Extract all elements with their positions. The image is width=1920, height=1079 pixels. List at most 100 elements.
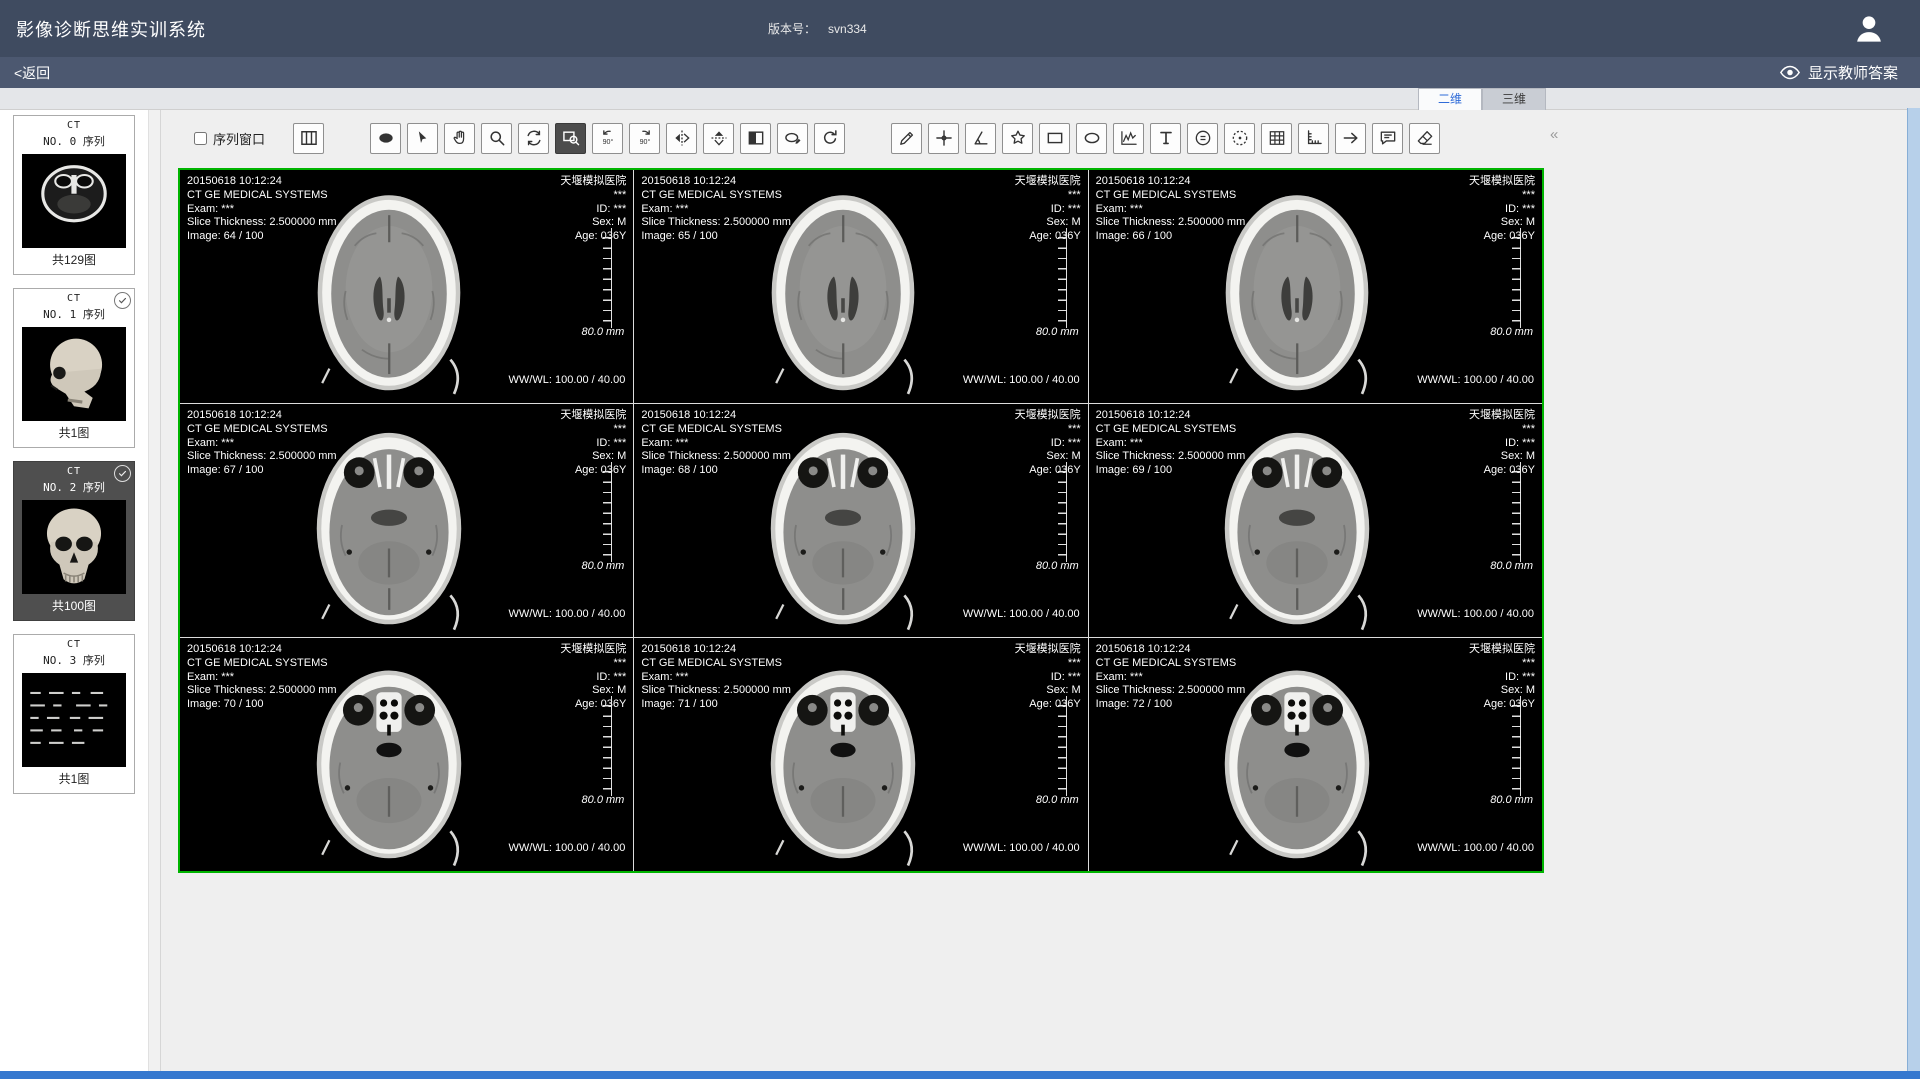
rotate-right-90-button[interactable] [629, 123, 660, 154]
series-thumbnail [22, 500, 126, 594]
rotate-button[interactable] [518, 123, 549, 154]
series-card-3[interactable]: CT NO. 3 序列 共1图 [13, 634, 135, 794]
circle-point-button[interactable] [1224, 123, 1255, 154]
cell-id: ID: *** [560, 203, 626, 217]
scale-ruler-icon [603, 228, 612, 328]
cell-id: ID: *** [1469, 437, 1535, 451]
content-area: CT NO. 0 序列 共129图 CT NO. 1 序列 共1图 CT NO.… [0, 110, 1920, 1079]
rotate-left-90-button[interactable] [592, 123, 623, 154]
viewport-cell-1[interactable]: 20150618 10:12:24 CT GE MEDICAL SYSTEMS … [634, 170, 1087, 403]
cell-info-left: 20150618 10:12:24 CT GE MEDICAL SYSTEMS … [641, 643, 791, 712]
cell-info-left: 20150618 10:12:24 CT GE MEDICAL SYSTEMS … [641, 175, 791, 244]
rulercorner-icon [1304, 128, 1324, 148]
cell-wwwl: WW/WL: 100.00 / 40.00 [509, 374, 626, 388]
series-window-checkbox[interactable] [194, 132, 207, 145]
cell-age: Age: 036Y [560, 464, 626, 478]
text-annotation-button[interactable] [1150, 123, 1181, 154]
cell-exam: Exam: *** [187, 203, 337, 217]
shutter2-icon [783, 128, 803, 148]
shutter-ellipse-button[interactable] [370, 123, 401, 154]
star-icon [1008, 128, 1028, 148]
cell-device: CT GE MEDICAL SYSTEMS [187, 423, 337, 437]
bottom-scrollbar[interactable] [0, 1071, 1920, 1079]
cell-sex: Sex: M [560, 450, 626, 464]
cell-info-right: 天堰模拟医院 *** ID: *** Sex: M Age: 036Y [560, 409, 626, 478]
tab-2d[interactable]: 二维 [1418, 88, 1482, 110]
viewport-cell-4[interactable]: 20150618 10:12:24 CT GE MEDICAL SYSTEMS … [634, 404, 1087, 637]
cell-stars: *** [560, 657, 626, 671]
flip-vertical-button[interactable] [703, 123, 734, 154]
ellipse-roi-button[interactable] [1076, 123, 1107, 154]
flip-horizontal-button[interactable] [666, 123, 697, 154]
invert-button[interactable] [740, 123, 771, 154]
arrow-icon [1341, 128, 1361, 148]
select-cursor-button[interactable] [407, 123, 438, 154]
star-roi-button[interactable] [1002, 123, 1033, 154]
sidebar-scroll-track[interactable] [148, 110, 161, 1079]
reset-button[interactable] [814, 123, 845, 154]
ruler-button[interactable] [1298, 123, 1329, 154]
reset-icon [820, 128, 840, 148]
viewport-cell-7[interactable]: 20150618 10:12:24 CT GE MEDICAL SYSTEMS … [634, 638, 1087, 871]
back-button[interactable]: <返回 [0, 63, 50, 83]
collapse-toolbar-button[interactable]: « [1550, 126, 1558, 143]
viewport-cell-0[interactable]: 20150618 10:12:24 CT GE MEDICAL SYSTEMS … [180, 170, 633, 403]
measure-line-button[interactable] [891, 123, 922, 154]
cell-stars: *** [1469, 657, 1535, 671]
viewport-cell-8[interactable]: 20150618 10:12:24 CT GE MEDICAL SYSTEMS … [1089, 638, 1542, 871]
cell-wwwl: WW/WL: 100.00 / 40.00 [509, 842, 626, 856]
layout-grid-button[interactable] [293, 123, 324, 154]
vertical-scrollbar[interactable] [1907, 108, 1920, 1071]
scale-ruler-icon [603, 696, 612, 796]
cell-info-right: 天堰模拟医院 *** ID: *** Sex: M Age: 036Y [1015, 409, 1081, 478]
shutter-draw-button[interactable] [777, 123, 808, 154]
cell-stars: *** [1015, 657, 1081, 671]
eraser-button[interactable] [1409, 123, 1440, 154]
fliph-icon [672, 128, 692, 148]
cell-exam: Exam: *** [1096, 437, 1246, 451]
series-window-toggle[interactable]: 序列窗口 [194, 129, 265, 148]
cell-hospital: 天堰模拟医院 [1469, 175, 1535, 189]
cell-datetime: 20150618 10:12:24 [187, 409, 337, 423]
cell-slice-thickness: Slice Thickness: 2.500000 mm [187, 450, 337, 464]
cell-age: Age: 036Y [1015, 464, 1081, 478]
cell-exam: Exam: *** [641, 203, 791, 217]
cell-hospital: 天堰模拟医院 [560, 175, 626, 189]
viewport-cell-3[interactable]: 20150618 10:12:24 CT GE MEDICAL SYSTEMS … [180, 404, 633, 637]
grid-button[interactable] [1261, 123, 1292, 154]
pan-hand-button[interactable] [444, 123, 475, 154]
tool-group [293, 123, 324, 154]
checked-badge [114, 465, 131, 482]
cell-age: Age: 036Y [560, 230, 626, 244]
cell-info-right: 天堰模拟医院 *** ID: *** Sex: M Age: 036Y [1469, 643, 1535, 712]
zoom-button[interactable] [481, 123, 512, 154]
cell-wwwl: WW/WL: 100.00 / 40.00 [963, 842, 1080, 856]
series-count: 共1图 [14, 424, 134, 441]
scale-ruler-icon [1058, 462, 1067, 562]
rot90l-icon [598, 128, 618, 148]
series-card-0[interactable]: CT NO. 0 序列 共129图 [13, 115, 135, 275]
cell-exam: Exam: *** [187, 671, 337, 685]
viewport-cell-6[interactable]: 20150618 10:12:24 CT GE MEDICAL SYSTEMS … [180, 638, 633, 871]
viewport-cell-2[interactable]: 20150618 10:12:24 CT GE MEDICAL SYSTEMS … [1089, 170, 1542, 403]
curve-button[interactable] [1113, 123, 1144, 154]
crosshair-button[interactable] [928, 123, 959, 154]
arrow-annotation-button[interactable] [1335, 123, 1366, 154]
rect-roi-button[interactable] [1039, 123, 1070, 154]
user-avatar[interactable] [1850, 10, 1888, 48]
cell-hospital: 天堰模拟医院 [560, 643, 626, 657]
nav-bar: <返回 显示教师答案 [0, 57, 1920, 88]
series-thumbnail [22, 154, 126, 248]
comment-button[interactable] [1372, 123, 1403, 154]
angle-button[interactable] [965, 123, 996, 154]
circle-info-button[interactable] [1187, 123, 1218, 154]
show-teacher-answer-button[interactable]: 显示教师答案 [1779, 62, 1920, 83]
series-card-2[interactable]: CT NO. 2 序列 共100图 [13, 461, 135, 621]
zoom-rect-button[interactable] [555, 123, 586, 154]
series-thumbnail [22, 673, 126, 767]
viewport-cell-5[interactable]: 20150618 10:12:24 CT GE MEDICAL SYSTEMS … [1089, 404, 1542, 637]
cell-datetime: 20150618 10:12:24 [187, 175, 337, 189]
cell-slice-thickness: Slice Thickness: 2.500000 mm [641, 684, 791, 698]
series-card-1[interactable]: CT NO. 1 序列 共1图 [13, 288, 135, 448]
tab-3d[interactable]: 三维 [1482, 88, 1546, 110]
